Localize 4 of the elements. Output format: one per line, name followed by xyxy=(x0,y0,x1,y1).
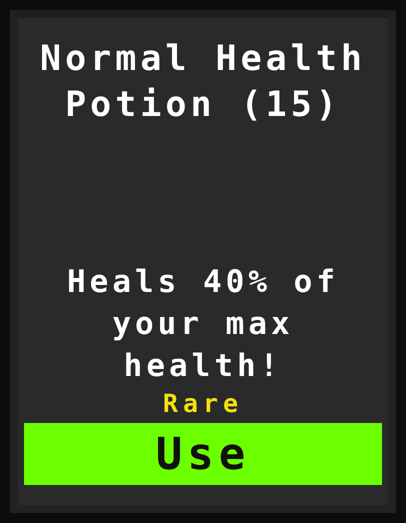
use-button[interactable]: Use xyxy=(24,423,382,485)
rarity-label: Rare xyxy=(162,389,244,419)
item-title: Normal Health Potion (15) xyxy=(39,38,367,127)
item-description: Heals 40% of your max health! xyxy=(66,263,340,386)
